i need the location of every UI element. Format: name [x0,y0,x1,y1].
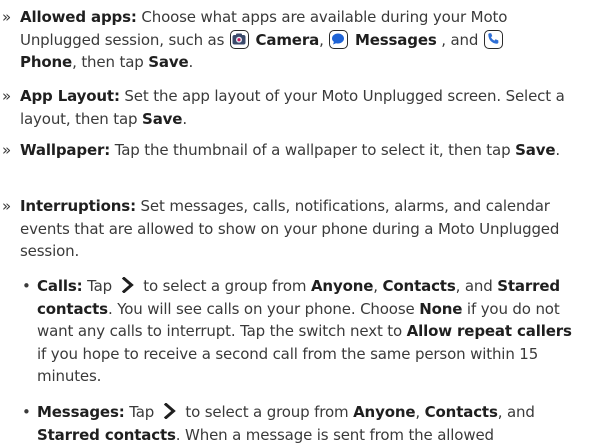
section-marker: » [2,87,12,105]
allowed-apps-title: Allowed apps: [20,8,137,26]
messages-text: Messages: Tap to select a group from Any… [37,403,535,444]
bullet-marker: • [22,277,31,295]
calls-item: • Calls: Tap to select a group from Anyo… [20,275,585,388]
interruptions-title: Interruptions: [20,197,136,215]
messages-starred: Starred contacts [37,425,176,444]
calls-allow-repeat: Allow repeat callers [406,322,572,340]
calls-none: None [419,299,463,318]
wallpaper-title: Wallpaper: [20,141,111,159]
messages-title: Messages: [37,403,125,421]
calls-text: Calls: Tap to select a group from Anyone… [37,277,572,385]
bullet-marker: • [22,403,31,421]
app-layout-item: » App Layout: Set the app layout of your… [0,85,585,130]
wallpaper-text: Wallpaper: Tap the thumbnail of a wallpa… [20,141,560,159]
calls-anyone: Anyone [310,277,374,295]
section-marker: » [2,8,12,26]
chevron-right-icon [163,403,176,419]
interruptions-item: » Interruptions: Set messages, calls, no… [0,195,585,263]
wallpaper-item: » Wallpaper: Tap the thumbnail of a wall… [0,139,585,162]
messages-app-icon [329,29,349,49]
chevron-right-icon [121,277,134,293]
app-layout-save: Save [142,109,183,128]
calls-title: Calls: [37,277,83,295]
document-page: » Allowed apps: Choose what apps are ava… [0,0,589,445]
app-layout-title: App Layout: [20,87,120,105]
phone-app-icon [483,29,503,49]
messages-anyone: Anyone [353,403,416,421]
calls-contacts: Contacts [382,277,456,295]
interruptions-text: Interruptions: Set messages, calls, noti… [20,197,560,260]
section-marker: » [2,141,12,159]
messages-contacts: Contacts [424,403,498,421]
messages-item: • Messages: Tap to select a group from A… [20,401,585,445]
allowed-apps-text: Allowed apps: Choose what apps are avail… [20,8,508,71]
allowed-apps-item: » Allowed apps: Choose what apps are ava… [0,6,585,74]
section-marker: » [2,197,12,215]
allowed-apps-save: Save [148,53,189,71]
wallpaper-save: Save [515,141,556,159]
phone-label: Phone [20,53,73,71]
camera-app-icon [229,29,249,49]
messages-label: Messages [354,30,437,49]
app-layout-text: App Layout: Set the app layout of your M… [20,87,565,128]
camera-label: Camera [255,30,320,49]
